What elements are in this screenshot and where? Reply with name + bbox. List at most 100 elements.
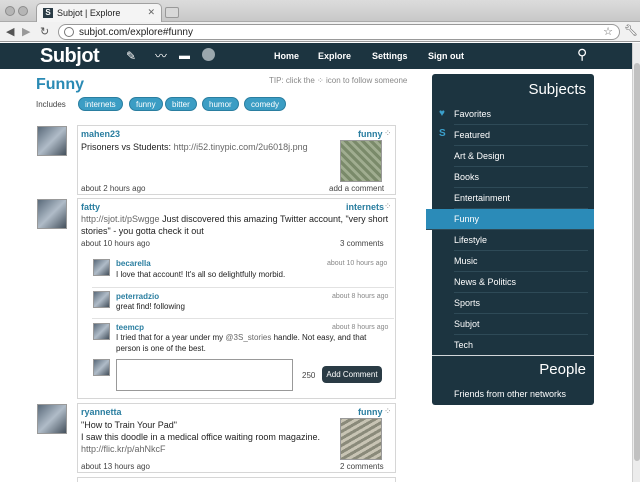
post-username[interactable]: mahen23 xyxy=(81,129,120,139)
nav-sign-out[interactable]: Sign out xyxy=(428,51,464,61)
sidebar-item-friends-other-networks[interactable]: Friends from other networks xyxy=(454,384,588,405)
comment: teemcp about 8 hours ago I tried that fo… xyxy=(92,319,394,357)
subjects-heading: Subjects xyxy=(528,81,586,98)
add-comment-button[interactable]: Add Comment xyxy=(322,366,382,383)
add-comment-link[interactable]: add a comment xyxy=(329,184,384,193)
include-chip-humor[interactable]: humor xyxy=(202,97,239,111)
includes-label: Includes xyxy=(36,100,66,109)
post-subject[interactable]: funny xyxy=(358,129,383,139)
globe-icon[interactable] xyxy=(202,48,215,61)
commenter-avatar[interactable] xyxy=(93,323,110,340)
sidebar-item-entertainment[interactable]: Entertainment xyxy=(454,188,588,209)
reload-icon[interactable]: ↻ xyxy=(40,25,49,39)
sidebar-item-news-politics[interactable]: News & Politics xyxy=(454,272,588,293)
app-header: Subjot ✎ 〰 ▬ Home Explore Settings Sign … xyxy=(0,43,632,69)
post-link[interactable]: http://i52.tinypic.com/2u6018j.png xyxy=(174,142,308,152)
sidebar-item-featured[interactable]: Featured xyxy=(454,125,588,146)
comments-link[interactable]: 2 comments xyxy=(340,462,384,471)
include-chip-bitter[interactable]: bitter xyxy=(165,97,197,111)
page-info-icon xyxy=(64,27,74,37)
post-image[interactable] xyxy=(340,140,382,182)
nav-settings[interactable]: Settings xyxy=(372,51,408,61)
commenter-avatar[interactable] xyxy=(93,259,110,276)
heart-icon: ♥ xyxy=(439,108,445,119)
avatar[interactable] xyxy=(37,404,67,434)
people-heading: People xyxy=(539,361,586,378)
post-time[interactable]: about 13 hours ago xyxy=(81,462,150,471)
search-icon[interactable]: ⚲ xyxy=(577,46,587,63)
back-icon[interactable]: ◀ xyxy=(6,25,14,39)
sidebar-item-funny[interactable]: Funny xyxy=(426,209,594,230)
comment-text-part: I tried that for a year under my xyxy=(116,333,224,342)
post-link[interactable]: http://sjot.it/pSwgge xyxy=(81,214,160,224)
comment-username[interactable]: teemcp xyxy=(116,323,144,332)
forward-icon[interactable]: ▶ xyxy=(22,25,30,39)
nav-explore[interactable]: Explore xyxy=(318,51,351,61)
post-text: http://sjot.it/pSwgge Just discovered th… xyxy=(81,213,391,237)
comments-link[interactable]: 3 comments xyxy=(340,239,384,248)
sidebar-item-music[interactable]: Music xyxy=(454,251,588,272)
follow-grid-icon[interactable]: ⁘ xyxy=(384,201,392,212)
comment-text: I tried that for a year under my @3S_sto… xyxy=(116,332,386,354)
post-image[interactable] xyxy=(340,418,382,460)
nav-home[interactable]: Home xyxy=(274,51,299,61)
follow-grid-icon[interactable]: ⁘ xyxy=(384,406,392,417)
sidebar-item-sports[interactable]: Sports xyxy=(454,293,588,314)
comment-time: about 8 hours ago xyxy=(332,324,389,331)
avatar[interactable] xyxy=(37,126,67,156)
post-card-next xyxy=(77,477,396,482)
comment-textarea[interactable] xyxy=(116,359,293,391)
close-window-button[interactable] xyxy=(5,6,15,16)
follow-tip: TIP: click the ⁘ icon to follow someone xyxy=(269,76,407,85)
bookmark-star-icon[interactable]: ☆ xyxy=(603,25,613,38)
comment: peterradzio about 8 hours ago great find… xyxy=(92,288,394,319)
post-username[interactable]: ryannetta xyxy=(81,407,122,417)
sidebar-item-tech[interactable]: Tech xyxy=(454,335,588,356)
comment: becarella about 10 hours ago I love that… xyxy=(92,255,394,288)
page-title: Funny xyxy=(36,76,84,93)
activity-icon[interactable]: 〰 xyxy=(155,49,167,63)
post-link[interactable]: http://flic.kr/p/ahNkcF xyxy=(81,443,166,455)
browser-tab[interactable]: S Subjot | Explore ✕ xyxy=(36,3,162,22)
post-subject[interactable]: internets xyxy=(346,202,384,212)
avatar[interactable] xyxy=(37,199,67,229)
post-subject[interactable]: funny xyxy=(358,407,383,417)
sidebar-item-books[interactable]: Books xyxy=(454,167,588,188)
sidebar-item-art-design[interactable]: Art & Design xyxy=(454,146,588,167)
scrollbar-thumb[interactable] xyxy=(634,63,640,461)
follow-grid-icon[interactable]: ⁘ xyxy=(384,128,392,139)
subjot-logo[interactable]: Subjot xyxy=(40,45,100,68)
wrench-menu-icon[interactable]: 🔧︎ xyxy=(624,24,638,37)
comment-username[interactable]: peterradzio xyxy=(116,292,159,301)
post-line1: "How to Train Your Pad" xyxy=(81,420,177,430)
minimize-window-button[interactable] xyxy=(18,6,28,16)
chat-icon[interactable]: ▬ xyxy=(179,49,190,63)
post-card: ryannetta funny ⁘ "How to Train Your Pad… xyxy=(77,403,396,473)
commenter-avatar[interactable] xyxy=(93,291,110,308)
sidebar-item-subjot[interactable]: Subjot xyxy=(454,314,588,335)
tab-close-icon[interactable]: ✕ xyxy=(147,7,155,18)
compose-icon[interactable]: ✎ xyxy=(126,49,136,63)
post-username[interactable]: fatty xyxy=(81,202,100,212)
comment-username[interactable]: becarella xyxy=(116,259,151,268)
include-chip-funny[interactable]: funny xyxy=(129,97,163,111)
subjects-sidebar: Subjects ♥ S Favorites Featured Art & De… xyxy=(426,74,594,405)
post-time[interactable]: about 10 hours ago xyxy=(81,239,150,248)
scrollbar[interactable] xyxy=(632,43,640,482)
follow-grid-icon: ⁘ xyxy=(317,76,324,85)
sidebar-item-favorites[interactable]: Favorites xyxy=(454,104,588,125)
include-chip-internets[interactable]: internets xyxy=(78,97,123,111)
include-chip-comedy[interactable]: comedy xyxy=(244,97,287,111)
my-avatar xyxy=(93,359,110,376)
sidebar-divider xyxy=(432,355,594,356)
post-time[interactable]: about 2 hours ago xyxy=(81,184,146,193)
sidebar-item-lifestyle[interactable]: Lifestyle xyxy=(454,230,588,251)
favicon-icon: S xyxy=(43,8,53,18)
address-bar: ◀ ▶ ↻ subjot.com/explore#funny ☆ 🔧︎ xyxy=(0,22,640,42)
comment-handle-link[interactable]: @3S_stories xyxy=(225,333,271,342)
s-icon: S xyxy=(439,128,446,139)
comment-time: about 8 hours ago xyxy=(332,293,389,300)
new-tab-button[interactable] xyxy=(165,7,179,18)
url-input[interactable]: subjot.com/explore#funny ☆ xyxy=(58,24,620,40)
tab-title: Subjot | Explore xyxy=(57,8,121,18)
